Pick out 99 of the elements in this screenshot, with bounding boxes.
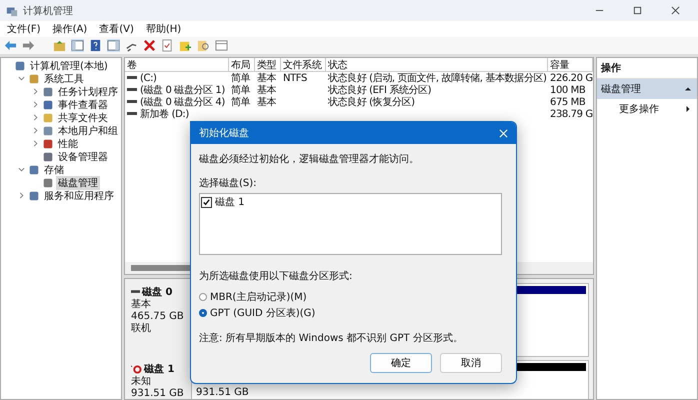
table-cell-text: 状态良好 (EFI 系统分区) [328,84,432,96]
table-cell: 226.20 G [550,72,593,84]
new-folder-icon[interactable] [179,39,192,52]
app-icon [6,4,18,16]
expander-icon[interactable] [32,88,39,95]
table-cell-text: 新加卷 (D:) [140,108,189,121]
table-cell-text: 基本 [257,72,276,84]
tree-node-icon [42,86,54,98]
disk-name: 磁盘 1 [144,362,174,376]
table-cell-text: 简单 [231,72,250,84]
expander-icon[interactable] [32,114,39,121]
tree-node-icon [42,176,54,188]
tree-item[interactable]: 性能 [56,136,80,150]
panel-icon[interactable] [107,39,120,52]
menu-item[interactable]: 操作(A) [52,22,88,36]
tree-item[interactable]: 计算机管理(本地) [28,58,110,72]
back-arrow-icon[interactable] [4,39,17,52]
table-cell-text: (磁盘 0 磁盘分区 1) [140,84,225,97]
expander-icon[interactable] [32,127,39,134]
tree-item[interactable]: 设备管理器 [56,150,110,164]
table-cell: 100 MB [550,84,586,96]
disk-name: 磁盘 0 [142,286,172,298]
table-cell-text: 简单 [231,96,250,109]
disk-detail: 基本 [131,299,151,311]
menu-item[interactable]: 帮助(H) [146,22,182,36]
table-cell-text: 状态良好 (启动, 页面文件, 故障转储, 基本数据分区) [328,72,546,84]
list-item[interactable]: 磁盘 1 [215,195,245,209]
checkbox[interactable] [201,196,212,208]
table-cell-text: 简单 [231,84,250,96]
expander-icon[interactable] [18,75,25,82]
tree-item[interactable]: 存储 [42,162,66,176]
tree-node-icon [28,72,40,84]
disk-detail: 未知 [131,376,151,388]
column-header[interactable]: 状态 [326,58,548,72]
tree-node-icon [42,150,54,162]
partition-style-label: 为所选磁盘使用以下磁盘分区形式: [199,270,352,283]
checklist-icon[interactable] [161,39,174,52]
forward-arrow-icon[interactable] [22,39,35,52]
column-header[interactable]: 卷 [125,58,229,72]
table-cell-text: 状态良好 (恢复分区) [328,96,415,109]
table-cell-text: 基本 [257,84,276,96]
expander-icon[interactable] [32,101,39,108]
column-header[interactable]: 文件系统 [281,58,326,72]
delete-icon[interactable] [143,39,156,52]
tree-item[interactable]: 任务计划程序 [56,84,120,98]
panel-icon[interactable] [71,39,84,52]
radio-button[interactable] [199,293,207,301]
expander-icon[interactable] [18,192,25,199]
tree-node-icon [42,124,54,136]
table-cell: (C:) [140,72,157,84]
radio-label[interactable]: MBR(主启动记录)(M) [210,290,307,304]
table-cell-text: (磁盘 0 磁盘分区 4) [140,96,225,108]
maximize-icon[interactable] [633,6,642,15]
disk-detail: 465.75 GB [131,311,184,322]
expander-icon[interactable] [32,140,39,147]
table-cell: 675 MB [550,96,586,108]
dialog-button[interactable]: 确定 [370,353,432,373]
dialog-button[interactable]: 取消 [440,353,502,373]
dialog-title: 初始化磁盘 [199,126,249,140]
tree-item[interactable]: 磁盘管理 [56,176,100,190]
tree-node-icon [42,138,54,150]
tree-item[interactable]: 系统工具 [42,72,86,86]
tree-node-icon [28,190,40,202]
tree-item[interactable]: 事件查看器 [56,98,110,112]
tree-node-icon [42,112,54,124]
table-cell-text: 基本 [257,96,276,109]
menu-item[interactable]: 查看(V) [99,22,134,36]
column-header[interactable]: 容量 [548,58,593,72]
column-header[interactable]: 布局 [229,58,255,72]
action-link[interactable]: 更多操作 [619,102,659,116]
window-icon[interactable] [215,39,228,52]
submenu-arrow-icon [685,106,691,112]
help-icon[interactable] [89,39,102,52]
collapse-icon[interactable] [685,86,691,92]
folder-up-icon[interactable] [53,39,66,52]
table-cell: 238.79 G [550,108,593,120]
tree-node-icon [28,164,40,176]
window-title: 计算机管理 [23,4,73,18]
expander-icon[interactable] [18,166,25,173]
tree-item[interactable]: 共享文件夹 [56,110,110,124]
tree-node-icon [14,60,26,72]
partition-detail: 931.51 GB [195,386,250,398]
close-icon[interactable] [671,6,680,15]
radio-button[interactable] [199,309,207,317]
dialog-message: 磁盘必须经过初始化，逻辑磁盘管理器才能访问。 [199,152,419,166]
radio-label[interactable]: GPT (GUID 分区表)(G) [210,306,316,320]
disk-detail: 931.51 GB [131,388,184,399]
column-header[interactable]: 类型 [255,58,281,72]
search-document-icon[interactable] [197,39,210,52]
list-label: 选择磁盘(S): [199,176,257,190]
action-section[interactable]: 磁盘管理 [597,79,697,99]
tree-item[interactable]: 本地用户和组 [56,124,120,138]
disk-detail: 联机 [131,323,151,335]
table-cell: NTFS [283,72,307,84]
menu-item[interactable]: 文件(F) [7,22,41,36]
section-label: 磁盘管理 [601,83,641,96]
tree-item[interactable]: 服务和应用程序 [42,188,116,202]
note-text: 注意: 所有早期版本的 Windows 都不识别 GPT 分区形式。 [199,332,463,345]
tree-node-icon [42,98,54,110]
